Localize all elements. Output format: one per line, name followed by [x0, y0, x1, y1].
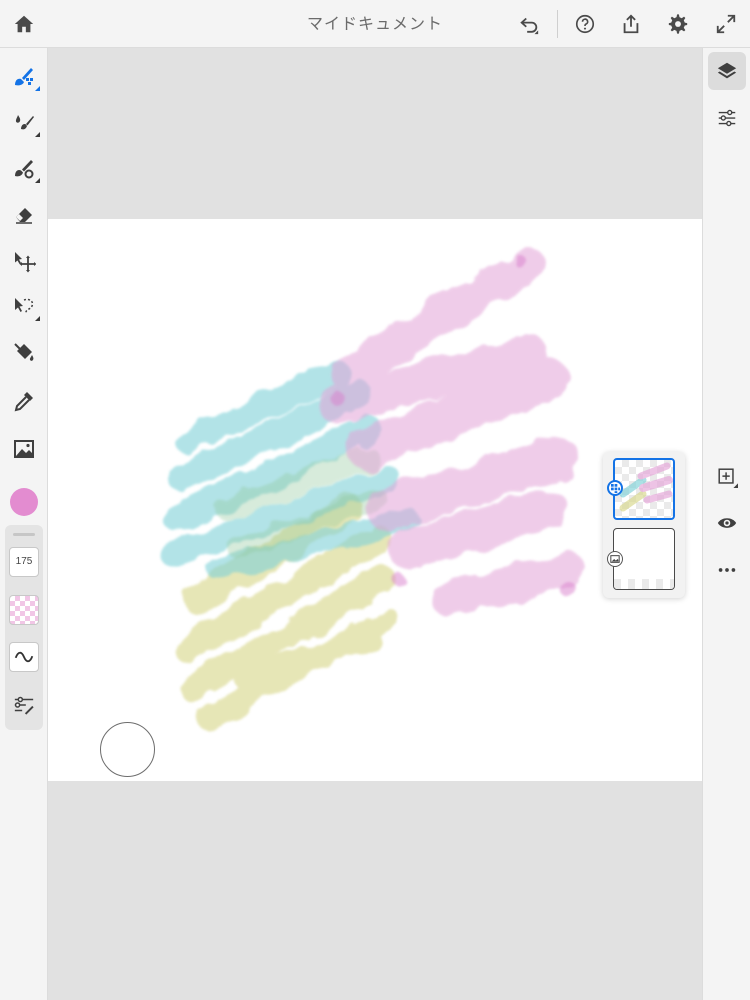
- pixel-brush-tool[interactable]: [9, 62, 40, 92]
- selection-icon: [15, 298, 34, 315]
- eraser-tool[interactable]: [9, 200, 39, 230]
- image-layer-icon: [610, 555, 620, 563]
- add-layer-button[interactable]: [711, 461, 743, 493]
- eraser-icon: [16, 208, 32, 224]
- brush-opacity-control[interactable]: [9, 595, 39, 625]
- more-button[interactable]: [711, 554, 743, 586]
- live-brush-tool[interactable]: [9, 108, 40, 138]
- fullscreen-button[interactable]: [711, 9, 741, 39]
- wave-icon: [14, 651, 34, 663]
- help-icon: [575, 14, 595, 34]
- vector-brush-icon: [15, 160, 34, 179]
- eyedropper-icon: [14, 392, 33, 412]
- transform-icon: [15, 252, 36, 273]
- visibility-icon: [717, 518, 737, 528]
- layers-panel: [603, 452, 685, 598]
- layer-preview: [619, 462, 673, 512]
- image-tool[interactable]: [9, 434, 39, 464]
- vector-brush-tool[interactable]: [9, 154, 40, 184]
- panel-grip[interactable]: [13, 533, 35, 536]
- more-icon: [718, 568, 736, 572]
- home-icon: [14, 15, 34, 33]
- brush-cursor: [100, 722, 155, 777]
- brush-settings-button[interactable]: [12, 693, 36, 717]
- layers-button[interactable]: [708, 52, 746, 90]
- home-button[interactable]: [9, 9, 39, 39]
- brush-settings-panel: 175: [5, 525, 43, 730]
- color-swatch[interactable]: [10, 488, 38, 516]
- image-icon: [14, 440, 34, 458]
- fill-tool[interactable]: [9, 338, 39, 368]
- pixel-brush-icon: [15, 68, 33, 86]
- settings-button[interactable]: [663, 9, 693, 39]
- brush-size-control[interactable]: 175: [9, 547, 39, 577]
- layers-icon: [717, 62, 737, 79]
- pixel-grid-icon: [610, 483, 620, 493]
- live-brush-icon: [15, 115, 34, 130]
- help-button[interactable]: [570, 9, 600, 39]
- fullscreen-icon: [716, 14, 736, 34]
- right-toolbar: [702, 48, 750, 1000]
- left-toolbar: 175: [0, 48, 48, 1000]
- brush-smoothing-control[interactable]: [9, 642, 39, 672]
- settings-icon: [668, 14, 688, 34]
- paint-layer-badge: [607, 480, 623, 496]
- eyedropper-tool[interactable]: [9, 386, 39, 416]
- top-bar: マイドキュメント: [0, 0, 750, 48]
- image-layer-badge: [607, 551, 623, 567]
- brush-adjust-icon: [14, 696, 34, 715]
- add-layer-icon: [718, 468, 738, 488]
- visibility-button[interactable]: [711, 507, 743, 539]
- selection-tool[interactable]: [9, 292, 40, 322]
- undo-button[interactable]: [514, 9, 544, 39]
- layer-properties-button[interactable]: [711, 102, 743, 134]
- share-icon: [623, 14, 639, 34]
- undo-icon: [520, 17, 539, 35]
- share-button[interactable]: [616, 9, 646, 39]
- fill-icon: [14, 343, 34, 361]
- transform-tool[interactable]: [9, 246, 39, 276]
- toolbar-divider: [557, 10, 558, 38]
- layer-properties-icon: [718, 109, 736, 127]
